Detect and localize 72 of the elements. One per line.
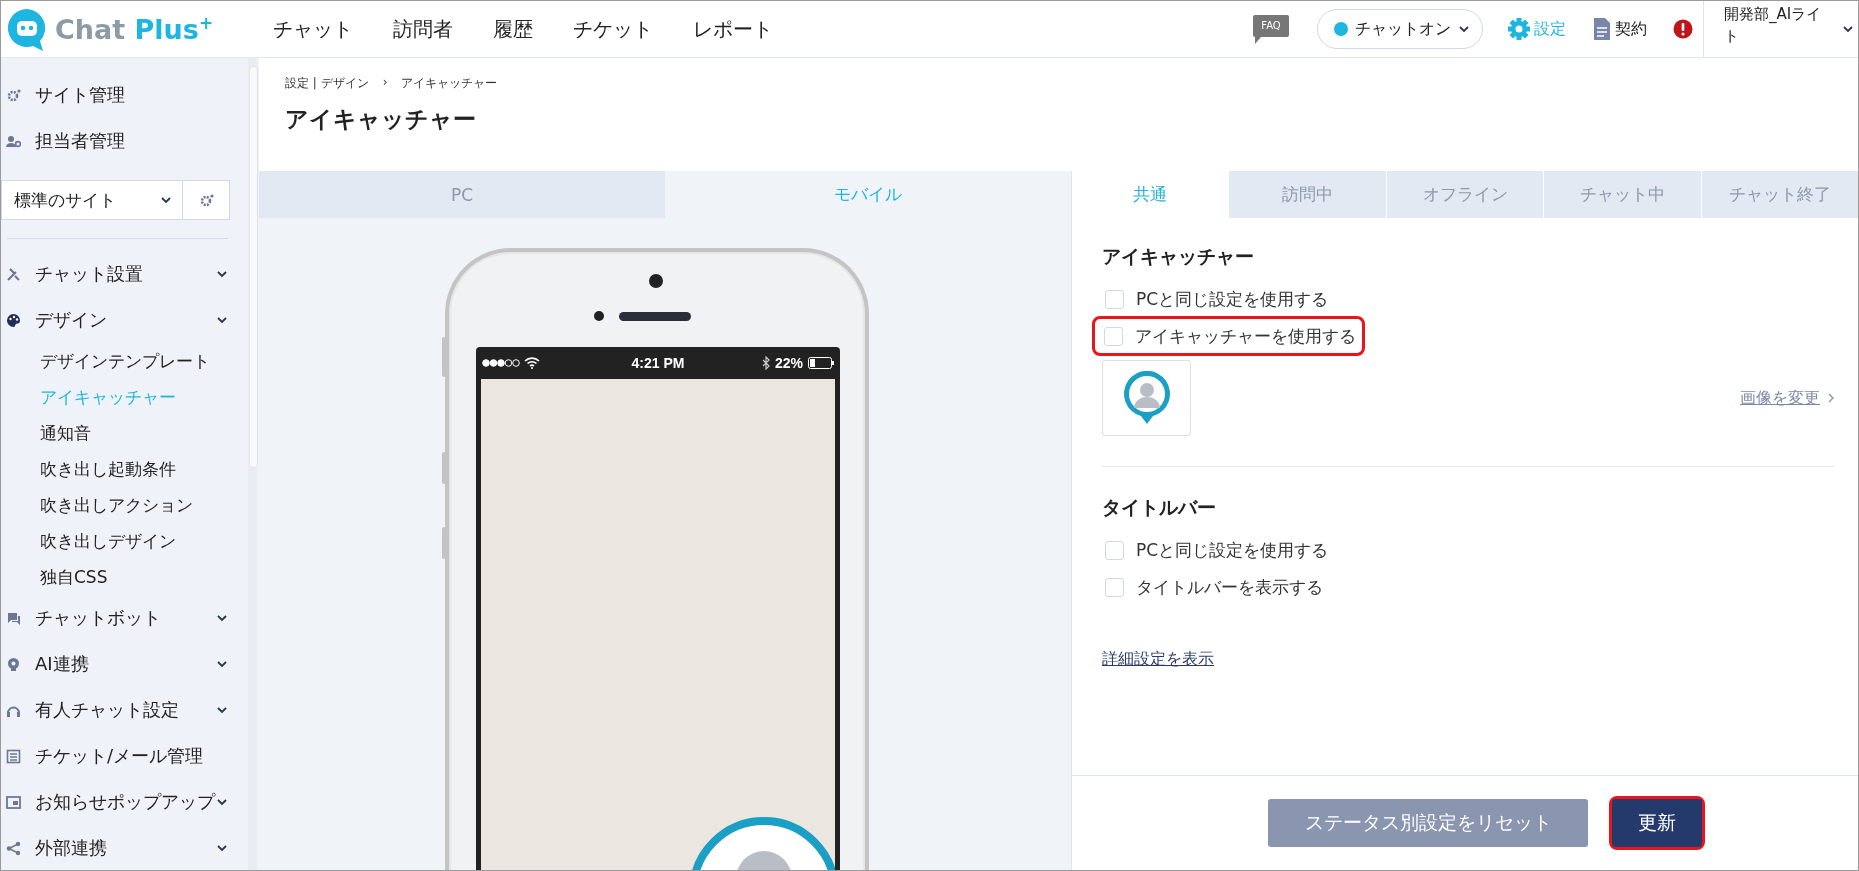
scrollbar[interactable] [248,58,257,870]
signal-icon [481,358,521,368]
battery-text: 22% [774,355,803,371]
tools-icon [6,266,21,282]
user-menu[interactable]: 開発部_AIライト [1724,1,1836,47]
checkbox-label[interactable]: PCと同じ設定を使用する [1136,538,1329,562]
settings-icon [1507,17,1531,41]
chevron-right-icon [1828,393,1834,403]
nav-link[interactable]: チャット [273,15,353,43]
update-button[interactable]: 更新 [1612,799,1702,847]
wifi-icon [524,357,540,369]
checkbox[interactable] [1104,326,1123,346]
bulb-icon [6,656,21,672]
nav-link[interactable]: 訪問者 [393,15,453,43]
nav-link[interactable]: 履歴 [493,15,533,43]
nav-link[interactable]: レポート [693,15,773,43]
checkbox[interactable] [1105,540,1124,560]
contract-link[interactable]: 契約 [1592,17,1647,41]
window-icon [6,794,21,810]
share-icon [6,840,21,856]
status-dropdown[interactable]: チャットオン [1317,9,1483,49]
checkbox-label[interactable]: タイトルバーを表示する [1136,575,1323,599]
breadcrumb-separator: › [382,75,388,91]
chat-icon [6,610,21,626]
sidebar-item[interactable]: サイト管理 [1,72,246,118]
gear-icon [198,193,214,207]
sidebar-subitem[interactable]: 吹き出しデザイン [1,523,246,559]
sidebar-item[interactable]: 担当者管理 [1,118,246,164]
sidebar-item[interactable]: AI連携 [1,641,246,687]
advanced-settings-link[interactable]: 詳細設定を表示 [1102,649,1214,670]
avatar-pin-icon [1121,371,1172,425]
palette-icon [6,312,21,328]
site-settings-button[interactable] [183,180,230,220]
chevron-down-icon [160,195,172,205]
sidebar-subitem[interactable]: 吹き出しアクション [1,487,246,523]
gear-icon [6,88,21,102]
document-icon [1592,17,1612,41]
breadcrumb-current: アイキャッチャー [401,75,498,92]
sidebar-item[interactable]: 有人チャット設定 [1,687,246,733]
sidebar-item[interactable]: チケット/メール管理 [1,733,246,779]
sidebar-item[interactable]: お知らせポップアップ [1,779,246,825]
list-icon [6,748,21,764]
site-select[interactable]: 標準のサイト [1,180,183,220]
breadcrumb-link[interactable]: 設定 | デザイン [285,75,369,92]
camera-icon [649,274,663,288]
people-gear-icon [6,134,21,148]
bluetooth-icon [761,356,770,370]
battery-icon [808,357,835,369]
checkbox[interactable] [1105,577,1124,597]
section-heading: タイトルバー [1102,495,1217,520]
sensor-icon [594,311,604,321]
change-image-link[interactable]: 画像を変更 [1740,387,1820,409]
sidebar-subitem[interactable]: 吹き出し起動条件 [1,451,246,487]
page-title: アイキャッチャー [285,105,477,134]
section-heading: アイキャッチャー [1102,244,1255,269]
chevron-down-icon [1458,24,1470,34]
sidebar-item[interactable]: チャットボット [1,595,246,641]
checkbox-label[interactable]: PCと同じ設定を使用する [1136,287,1329,311]
sidebar-subitem[interactable]: 通知音 [1,415,246,451]
logo-text: Chat Plus$^{+}$ [55,13,214,45]
checkbox-label[interactable]: アイキャッチャーを使用する [1135,324,1356,348]
alert-icon[interactable] [1673,19,1693,39]
sidebar-subitem[interactable]: 独自CSS [1,559,246,595]
checkbox[interactable] [1105,289,1124,309]
chevron-down-icon[interactable] [1842,24,1854,34]
sidebar-item[interactable]: デザイン [1,297,246,343]
nav-link[interactable]: チケット [573,15,653,43]
speaker-icon [619,312,691,321]
sidebar-subitem[interactable]: デザインテンプレート [1,343,246,379]
sidebar-item[interactable]: 外部連携 [1,825,246,870]
clock-text: 4:21 PM [630,355,686,371]
sidebar-item[interactable]: チャット設置 [1,251,246,297]
